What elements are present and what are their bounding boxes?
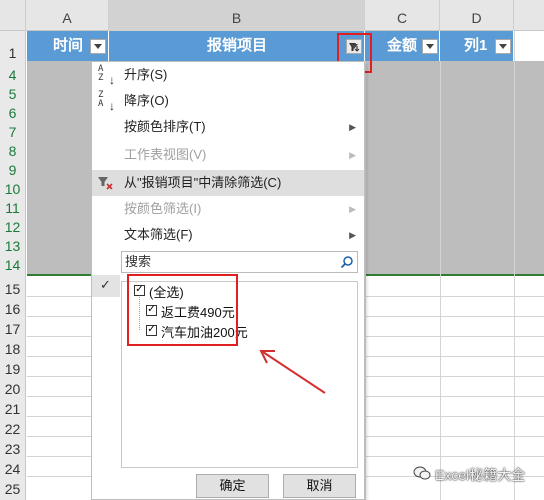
submenu-arrow-icon: ▶ <box>349 122 356 132</box>
row-number[interactable]: 15 <box>0 281 25 297</box>
row-number[interactable]: 8 <box>0 143 25 159</box>
clear-filter-icon <box>98 177 113 190</box>
row-number[interactable]: 24 <box>0 461 25 477</box>
row-number[interactable]: 17 <box>0 321 25 337</box>
row-number[interactable]: 4 <box>0 67 25 83</box>
menu-item-sort-descending[interactable]: ZA ↓ 降序(O) <box>92 88 364 114</box>
wechat-logo-icon <box>413 466 431 480</box>
row-number[interactable]: 9 <box>0 162 25 178</box>
row-number[interactable]: 5 <box>0 86 25 102</box>
row-number[interactable]: 10 <box>0 181 25 197</box>
row-number[interactable]: 23 <box>0 441 25 457</box>
header-cell-amount[interactable]: 金额 <box>365 31 440 61</box>
submenu-arrow-icon: ▶ <box>349 204 356 214</box>
row-number[interactable]: 6 <box>0 105 25 121</box>
row-header-gutter: 1 4 5 6 7 8 9 10 11 12 13 14 15 16 17 18… <box>0 31 26 500</box>
select-all-corner[interactable] <box>0 0 26 31</box>
header-cell-time[interactable]: 时间 <box>27 31 109 61</box>
row-number[interactable]: 19 <box>0 361 25 377</box>
row-number[interactable]: 16 <box>0 301 25 317</box>
gridline <box>365 61 366 500</box>
column-header-c[interactable]: C <box>365 0 440 31</box>
header-cell-item[interactable]: 报销项目 <box>109 31 365 61</box>
annotation-arrow-icon <box>259 350 326 394</box>
header-label: 列1 <box>464 37 488 54</box>
column-header-bar: A B C D <box>0 0 544 31</box>
watermark: Excel秘籍大全 <box>413 463 544 487</box>
search-input[interactable]: 搜索 <box>121 251 358 273</box>
search-icon[interactable] <box>340 255 354 269</box>
row-number[interactable]: 25 <box>0 481 25 497</box>
filter-dropdown-button[interactable] <box>90 39 106 54</box>
menu-item-filter-by-color: 按颜色筛选(I) ▶ <box>92 196 364 222</box>
row-number[interactable]: 18 <box>0 341 25 357</box>
row-number[interactable]: 20 <box>0 381 25 397</box>
submenu-arrow-icon: ▶ <box>349 230 356 240</box>
sort-descending-icon: ZA <box>98 90 104 109</box>
menu-item-clear-filter[interactable]: 从"报销项目"中清除筛选(C) <box>92 170 364 196</box>
header-label: 报销项目 <box>207 37 268 54</box>
row-number[interactable]: 22 <box>0 421 25 437</box>
row-number[interactable]: 21 <box>0 401 25 417</box>
filter-dropdown-button[interactable] <box>422 39 438 54</box>
column-header-a[interactable]: A <box>26 0 109 31</box>
checked-indicator: ✓ <box>92 275 120 297</box>
ok-button[interactable]: 确定 <box>196 474 269 498</box>
menu-item-sort-ascending[interactable]: AZ ↓ 升序(S) <box>92 62 364 88</box>
cancel-button[interactable]: 取消 <box>283 474 356 498</box>
column-header-b[interactable]: B <box>109 0 365 31</box>
row-number[interactable]: 1 <box>0 45 25 61</box>
row-number[interactable]: 12 <box>0 219 25 235</box>
filter-dropdown-button[interactable] <box>495 39 511 54</box>
row-number[interactable]: 13 <box>0 238 25 254</box>
sort-ascending-icon: AZ <box>98 64 104 83</box>
column-header-d[interactable]: D <box>440 0 514 31</box>
gridline <box>440 61 441 500</box>
column-header-e[interactable] <box>514 0 544 31</box>
header-cell-col1[interactable]: 列1 <box>440 31 514 61</box>
menu-item-sheet-view: 工作表视图(V) ▶ <box>92 142 364 168</box>
submenu-arrow-icon: ▶ <box>349 150 356 160</box>
gridline <box>514 31 515 500</box>
menu-item-text-filter[interactable]: 文本筛选(F) ▶ <box>92 222 364 248</box>
annotation-box-checklist <box>127 274 238 346</box>
row-number[interactable]: 14 <box>0 257 25 273</box>
header-label: 金额 <box>387 37 418 54</box>
menu-item-sort-by-color[interactable]: 按颜色排序(T) ▶ <box>92 114 364 140</box>
row-number[interactable]: 7 <box>0 124 25 140</box>
header-label: 时间 <box>53 37 84 54</box>
row-number[interactable]: 11 <box>0 200 25 216</box>
